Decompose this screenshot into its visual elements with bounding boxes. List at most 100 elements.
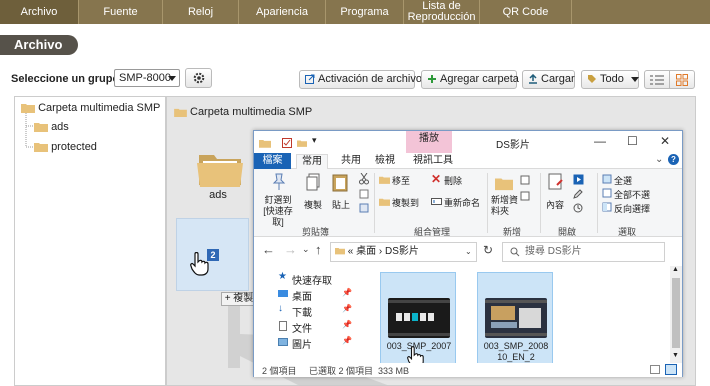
ribbon-tab-file[interactable]: 檔案 [254,153,291,169]
folder-icon [259,140,271,148]
minimize-icon[interactable]: — [594,134,606,148]
folder-icon [335,248,345,255]
checkbox-icon[interactable] [282,138,292,148]
properties-label[interactable]: 內容 [546,198,564,211]
scroll-up-icon[interactable]: ▲ [672,266,679,273]
ribbon-separator [540,173,541,233]
ribbon-separator [597,173,598,233]
nav-item-label: 圖片 [292,340,312,351]
nav-item-documents[interactable]: 文件 📌 [278,320,352,335]
nav-item-label: 快速存取 [292,276,332,287]
ribbon-separator [374,173,375,233]
file-list-scrollbar[interactable]: ▲ ▼ [670,266,682,363]
back-icon[interactable]: ← [262,242,275,257]
file-item[interactable]: 003_SMP_2008 10_EN_2 [477,272,553,364]
upload-icon [529,74,537,84]
recent-dropdown-icon[interactable]: ⌄ [302,244,310,255]
select-none-icon[interactable] [602,188,612,198]
up-icon[interactable]: ↑ [315,242,322,257]
properties-icon[interactable] [548,173,564,191]
paste-icon[interactable] [332,172,348,192]
pin-icon[interactable] [271,173,287,191]
pin-icon: 📌 [342,320,352,329]
ribbon-tab-share[interactable]: 共用 [338,154,364,169]
tab-qr-code[interactable]: QR Code [480,0,572,24]
invert-select-label[interactable]: 反向選擇 [614,202,650,215]
rename-label[interactable]: 重新命名 [444,196,480,209]
pin-icon: 📌 [342,304,352,313]
list-view-button[interactable] [644,70,670,89]
new-folder-label[interactable]: 新增資料夾 [491,195,519,217]
ribbon-tab-view[interactable]: 檢視 [372,154,398,169]
select-all-icon[interactable] [602,174,612,184]
nav-item-quick-access[interactable]: ★ 快速存取 [278,271,332,287]
copy-path-icon[interactable] [359,189,369,199]
scrollbar-thumb[interactable] [672,278,680,348]
forward-icon[interactable]: → [284,242,297,257]
download-icon: ↓ [278,303,283,314]
search-field[interactable]: 搜尋 DS影片 [502,242,665,262]
file-name: 003_SMP_2008 10_EN_2 [483,341,549,362]
maximize-icon[interactable]: ☐ [627,134,638,148]
nav-item-desktop[interactable]: 桌面 📌 [278,288,352,303]
nav-item-label: 桌面 [292,292,312,303]
paste-shortcut-icon[interactable] [359,203,369,213]
star-icon: ★ [278,271,287,282]
ribbon-tab-home[interactable]: 常用 [296,154,328,169]
upload-label: Cargar [541,73,575,85]
ribbon-tabs: 檔案 常用 共用 檢視 視訊工具 ⌄ ? [254,153,682,169]
copy-to-icon[interactable] [379,196,390,207]
address-dropdown-icon[interactable]: ⌄ [465,247,472,256]
select-none-label[interactable]: 全部不選 [614,188,650,201]
move-to-icon[interactable] [379,174,390,185]
easy-access-icon[interactable] [520,191,530,201]
select-all-label[interactable]: 全選 [614,174,632,187]
pin-icon: 📌 [342,336,352,345]
edit-icon[interactable] [573,189,583,199]
desktop-icon [278,290,288,297]
ribbon-separator [487,173,488,233]
filter-dropdown[interactable]: Todo [581,70,639,89]
explorer-titlebar[interactable]: ▾ 播放 DS影片 — ☐ ✕ [254,131,682,153]
explorer-title: DS影片 [496,140,530,151]
copy-to-label[interactable]: 複製到 [392,196,419,209]
address-path: « 桌面 › DS影片 [347,246,419,257]
details-view-icon[interactable] [650,365,660,374]
filter-label: Todo [600,73,624,85]
refresh-icon[interactable]: ↻ [483,243,493,257]
context-tab-play[interactable]: 播放 [406,131,452,153]
copy-tooltip: + 複製 [221,292,257,306]
copy-icon[interactable] [306,173,320,191]
paste-label[interactable]: 貼上 [332,198,350,211]
history-icon[interactable] [573,203,583,213]
invert-select-icon[interactable] [602,202,612,212]
scroll-down-icon[interactable]: ▼ [672,352,679,359]
delete-label[interactable]: 刪除 [444,174,462,187]
search-placeholder: 搜尋 DS影片 [525,246,582,257]
folder-icon[interactable] [297,138,307,148]
new-item-icon[interactable] [520,175,530,185]
nav-item-label: 文件 [292,324,312,335]
help-icon[interactable]: ? [668,154,679,165]
rename-icon[interactable] [431,196,442,207]
pin-quick-access-label[interactable]: 釘選到 [快速存取] [258,195,298,228]
grid-view-button[interactable] [669,70,695,89]
cut-icon[interactable] [359,173,369,185]
group-new-label: 新增 [503,227,522,237]
new-folder-icon[interactable] [495,175,513,191]
address-field[interactable]: « 桌面 › DS影片 [330,242,477,262]
search-icon [510,247,520,257]
copy-label[interactable]: 複製 [304,198,322,211]
move-to-label[interactable]: 移至 [392,174,410,187]
close-icon[interactable]: ✕ [660,134,670,148]
quick-access-toolbar-dropdown[interactable]: ▾ [312,135,317,146]
delete-icon[interactable]: ✕ [431,172,441,186]
open-icon[interactable] [573,174,584,185]
add-folder-button[interactable]: Agregar carpeta [421,70,519,89]
nav-item-pictures[interactable]: 圖片 📌 [278,336,352,351]
ribbon-tab-video-tools[interactable]: 視訊工具 [410,154,456,169]
large-icons-view-icon[interactable] [665,364,677,375]
chevron-down-icon[interactable]: ⌄ [655,154,663,165]
nav-item-downloads[interactable]: ↓ 下載 📌 [278,303,352,319]
upload-button[interactable]: Cargar [522,70,575,89]
